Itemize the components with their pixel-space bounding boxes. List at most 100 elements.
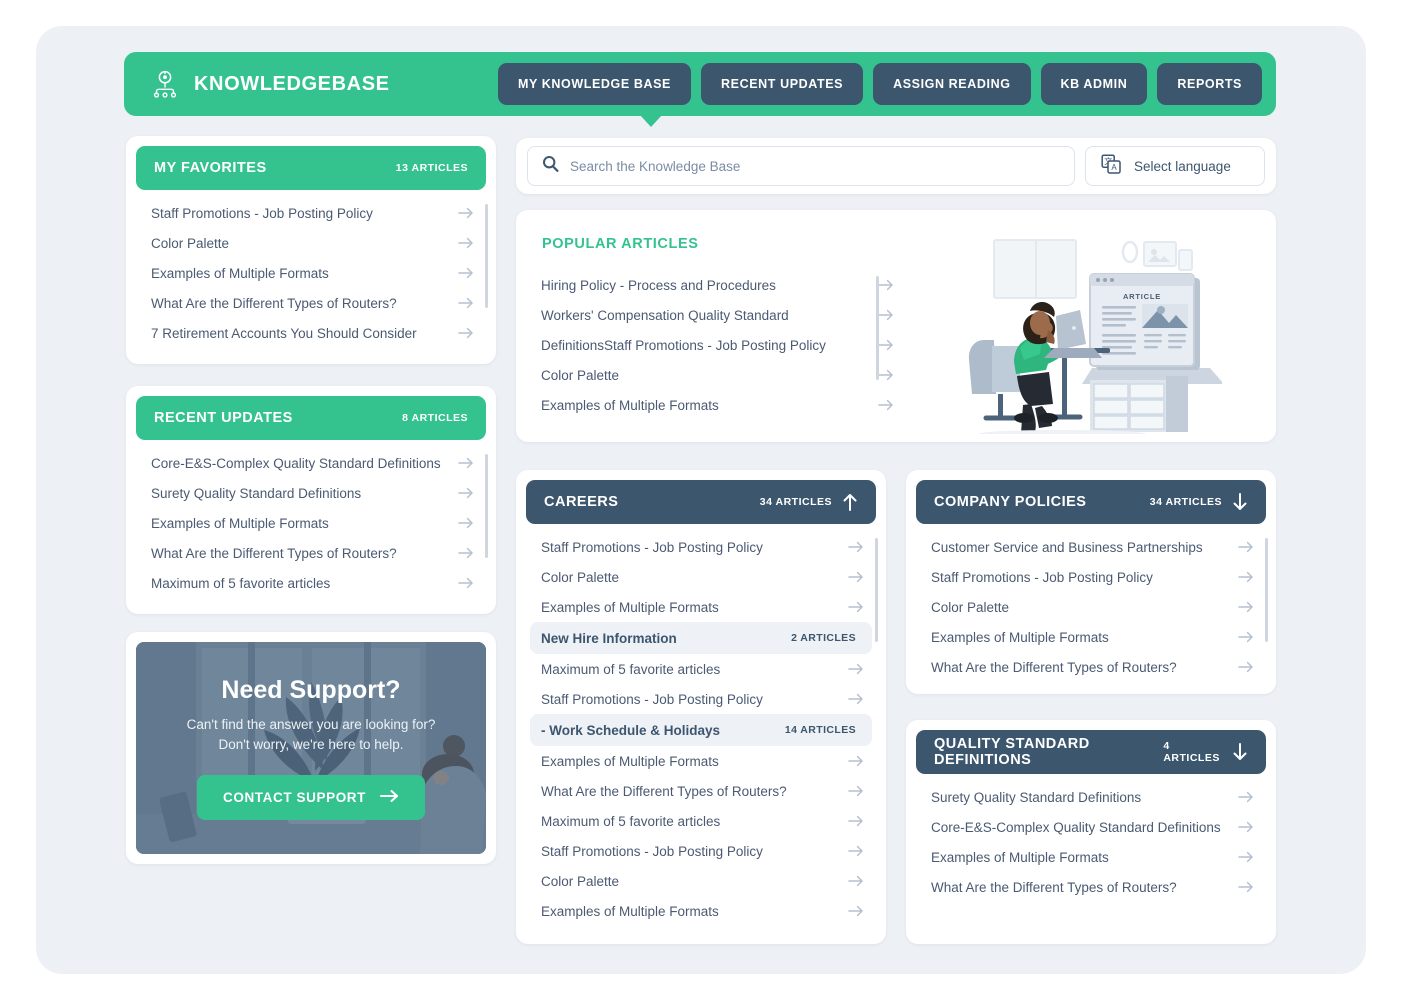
article-title: Maximum of 5 favorite articles (541, 814, 720, 829)
my-favorites-title: MY FAVORITES (154, 160, 267, 176)
my-favorites-list: Staff Promotions - Job Posting Policy Co… (126, 198, 496, 348)
nav-assign-reading[interactable]: ASSIGN READING (873, 63, 1030, 105)
arrow-right-icon (848, 785, 864, 797)
arrow-right-icon (458, 267, 474, 279)
article-title: Examples of Multiple Formats (151, 266, 329, 281)
list-item[interactable]: Examples of Multiple Formats (906, 622, 1276, 652)
category-item-work-schedule-holidays[interactable]: - Work Schedule & Holidays 14 ARTICLES (530, 714, 872, 746)
article-title: Core-E&S-Complex Quality Standard Defini… (151, 456, 441, 471)
list-item[interactable]: Surety Quality Standard Definitions (906, 782, 1276, 812)
list-item[interactable]: Workers' Compensation Quality Standard (516, 300, 916, 330)
arrow-right-icon (458, 457, 474, 469)
nav-my-knowledge-base[interactable]: MY KNOWLEDGE BASE (498, 63, 691, 105)
illustration-screen-label: ARTICLE (1123, 292, 1161, 301)
list-item[interactable]: Customer Service and Business Partnershi… (906, 532, 1276, 562)
list-item[interactable]: Core-E&S-Complex Quality Standard Defini… (906, 812, 1276, 842)
arrow-right-icon (1238, 851, 1254, 863)
article-title: DefinitionsStaff Promotions - Job Postin… (541, 338, 826, 353)
arrow-up-icon[interactable] (842, 493, 858, 511)
arrow-right-icon (458, 327, 474, 339)
list-item[interactable]: Color Palette (906, 592, 1276, 622)
arrow-right-icon (1238, 541, 1254, 553)
article-title: Examples of Multiple Formats (541, 398, 719, 413)
category-count: 2 ARTICLES (791, 632, 856, 644)
list-item[interactable]: Staff Promotions - Job Posting Policy (516, 532, 886, 562)
favorites-scrollbar[interactable] (485, 204, 488, 308)
nav-recent-updates[interactable]: RECENT UPDATES (701, 63, 863, 105)
category-title: - Work Schedule & Holidays (541, 723, 720, 738)
category-item-new-hire-information[interactable]: New Hire Information 2 ARTICLES (530, 622, 872, 654)
article-title: Examples of Multiple Formats (541, 600, 719, 615)
list-item[interactable]: Color Palette (516, 562, 886, 592)
brand-title: KNOWLEDGEBASE (194, 73, 390, 96)
popular-articles-scrollbar[interactable] (876, 276, 879, 380)
list-item[interactable]: What Are the Different Types of Routers? (516, 776, 886, 806)
list-item[interactable]: What Are the Different Types of Routers? (906, 872, 1276, 902)
quality-standard-definitions-panel: QUALITY STANDARD DEFINITIONS 4 ARTICLES … (906, 720, 1276, 944)
arrow-right-icon (848, 875, 864, 887)
category-title: New Hire Information (541, 631, 677, 646)
careers-title: CAREERS (544, 494, 618, 510)
list-item[interactable]: Examples of Multiple Formats (126, 508, 496, 538)
article-title: Color Palette (931, 600, 1009, 615)
company-policies-count: 34 ARTICLES (1150, 496, 1222, 508)
list-item[interactable]: What Are the Different Types of Routers? (906, 652, 1276, 682)
list-item[interactable]: Color Palette (516, 866, 886, 896)
list-item[interactable]: 7 Retirement Accounts You Should Conside… (126, 318, 496, 348)
company-policies-scrollbar[interactable] (1265, 538, 1268, 642)
list-item[interactable]: Staff Promotions - Job Posting Policy (516, 684, 886, 714)
popular-articles-panel: POPULAR ARTICLES Hiring Policy - Process… (516, 210, 1276, 442)
list-item[interactable]: Core-E&S-Complex Quality Standard Defini… (126, 448, 496, 478)
list-item[interactable]: Examples of Multiple Formats (906, 842, 1276, 872)
quality-standards-count: 4 ARTICLES (1163, 740, 1222, 764)
list-item[interactable]: What Are the Different Types of Routers? (126, 538, 496, 568)
list-item[interactable]: Maximum of 5 favorite articles (516, 654, 886, 684)
article-title: Staff Promotions - Job Posting Policy (151, 206, 373, 221)
list-item[interactable]: Surety Quality Standard Definitions (126, 478, 496, 508)
search-field-wrapper[interactable] (527, 146, 1075, 186)
list-item[interactable]: Maximum of 5 favorite articles (516, 806, 886, 836)
app-window: KNOWLEDGEBASE MY KNOWLEDGE BASE RECENT U… (0, 0, 1402, 1000)
language-selector-label: Select language (1134, 159, 1231, 174)
list-item[interactable]: Color Palette (516, 360, 916, 390)
arrow-right-icon (1238, 881, 1254, 893)
article-title: Maximum of 5 favorite articles (541, 662, 720, 677)
article-title: What Are the Different Types of Routers? (151, 296, 397, 311)
list-item[interactable]: Examples of Multiple Formats (516, 896, 886, 926)
list-item[interactable]: Examples of Multiple Formats (516, 592, 886, 622)
recent-updates-title: RECENT UPDATES (154, 410, 293, 426)
article-title: Color Palette (541, 368, 619, 383)
careers-header[interactable]: CAREERS 34 ARTICLES (526, 480, 876, 524)
language-selector[interactable]: 文 A Select language (1085, 146, 1265, 186)
list-item[interactable]: DefinitionsStaff Promotions - Job Postin… (516, 330, 916, 360)
list-item[interactable]: Color Palette (126, 228, 496, 258)
contact-support-label: CONTACT SUPPORT (223, 790, 366, 805)
arrow-right-icon (380, 789, 399, 806)
list-item[interactable]: Examples of Multiple Formats (126, 258, 496, 288)
list-item[interactable]: Hiring Policy - Process and Procedures (516, 270, 916, 300)
list-item[interactable]: Staff Promotions - Job Posting Policy (516, 836, 886, 866)
list-item[interactable]: Maximum of 5 favorite articles (126, 568, 496, 598)
article-title: Hiring Policy - Process and Procedures (541, 278, 776, 293)
arrow-right-icon (848, 693, 864, 705)
list-item[interactable]: What Are the Different Types of Routers? (126, 288, 496, 318)
list-item[interactable]: Examples of Multiple Formats (516, 390, 916, 420)
search-bar-container: 文 A Select language (516, 138, 1276, 194)
article-title: What Are the Different Types of Routers? (931, 880, 1177, 895)
recent-updates-scrollbar[interactable] (485, 454, 488, 558)
careers-scrollbar[interactable] (875, 538, 878, 642)
contact-support-button[interactable]: CONTACT SUPPORT (197, 775, 425, 820)
list-item[interactable]: Staff Promotions - Job Posting Policy (126, 198, 496, 228)
arrow-right-icon (878, 309, 894, 321)
nav-kb-admin[interactable]: KB ADMIN (1041, 63, 1148, 105)
arrow-down-icon[interactable] (1232, 743, 1248, 761)
my-favorites-count: 13 ARTICLES (396, 162, 468, 174)
arrow-right-icon (1238, 631, 1254, 643)
search-input[interactable] (570, 159, 1060, 174)
list-item[interactable]: Examples of Multiple Formats (516, 746, 886, 776)
list-item[interactable]: Staff Promotions - Job Posting Policy (906, 562, 1276, 592)
arrow-down-icon[interactable] (1232, 493, 1248, 511)
quality-standards-header[interactable]: QUALITY STANDARD DEFINITIONS 4 ARTICLES (916, 730, 1266, 774)
company-policies-header[interactable]: COMPANY POLICIES 34 ARTICLES (916, 480, 1266, 524)
nav-reports[interactable]: REPORTS (1157, 63, 1262, 105)
